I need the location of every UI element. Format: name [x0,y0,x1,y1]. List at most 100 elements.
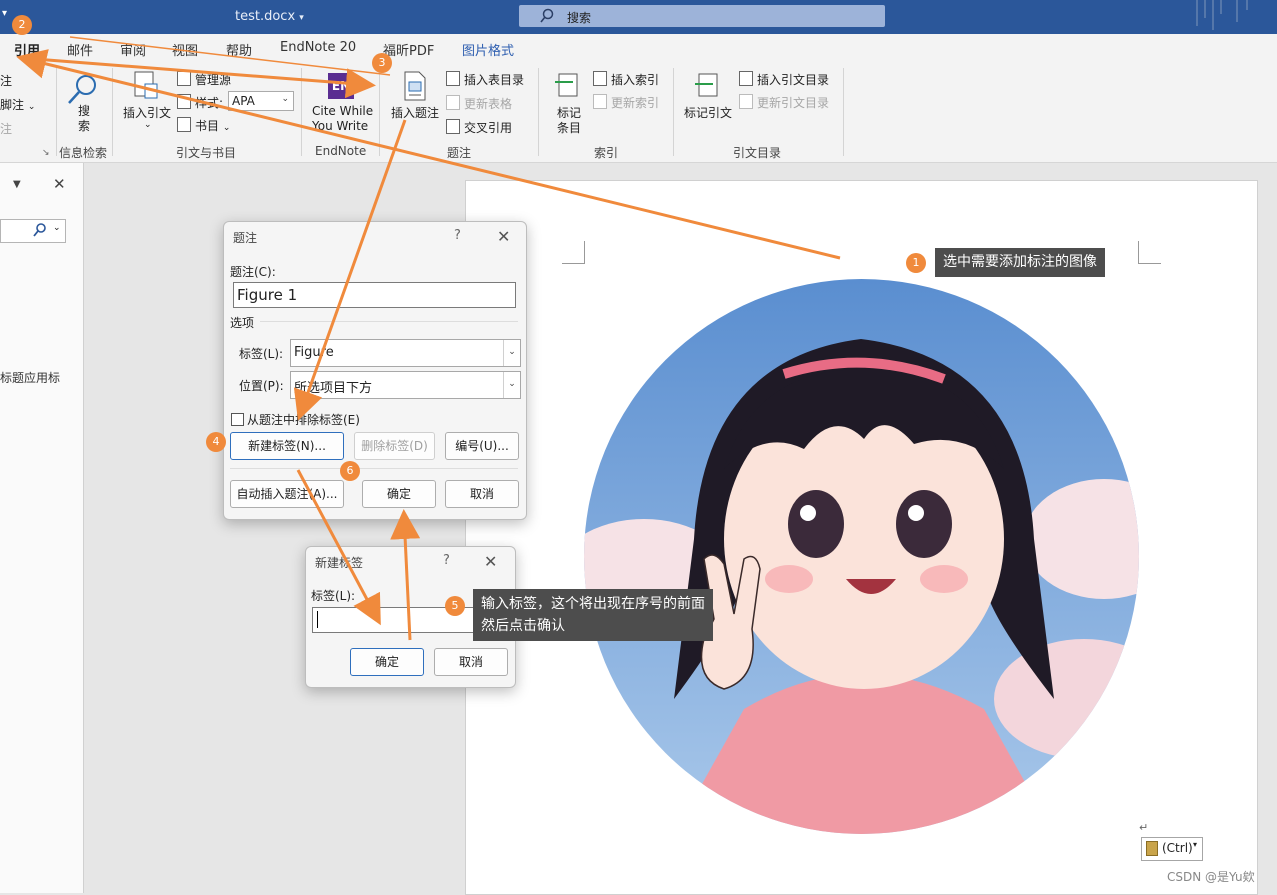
insert-table-of-authorities-button[interactable]: 插入引文目录 [739,71,829,88]
close-icon[interactable]: ✕ [53,175,66,193]
tab-review[interactable]: 审阅 [120,40,146,59]
paragraph-mark-icon: ↵ [1139,821,1149,834]
cancel-button[interactable]: 取消 [445,480,519,508]
partial-insert-footnote[interactable]: 注 [0,72,12,89]
bibliography-button[interactable]: 书目 ⌄ [177,117,230,134]
manage-sources-button[interactable]: 管理源 [177,71,231,88]
update-table-button[interactable]: 更新表格 [446,95,512,112]
cross-reference-button[interactable]: 交叉引用 [446,119,512,136]
label-field-label: 标签(L): [239,347,284,361]
margin-corner-mark [562,241,585,264]
tab-help[interactable]: 帮助 [226,40,252,59]
new-label-button[interactable]: 新建标签(N)... [230,432,344,460]
separator [843,68,844,156]
chevron-down-icon: ⌄ [503,340,520,366]
mark-citation-button[interactable]: 标记引文 [684,104,732,121]
manage-sources-icon [177,71,191,86]
separator [538,68,539,156]
ok-button[interactable]: 确定 [362,480,436,508]
partial-show-notes[interactable]: 注 [0,120,12,137]
cite-while-you-write-line1[interactable]: Cite While [312,104,373,118]
insert-index-button[interactable]: 插入索引 [593,71,659,88]
quick-access-caret[interactable]: ▾ [2,8,7,19]
update-table-icon [446,95,460,110]
numbering-button[interactable]: 编号(U)... [445,432,519,460]
caption-label: 题注(C): [230,265,276,279]
ribbon: 注 脚注 ⌄ 注 ↘ 搜 索 信息检索 插入引文 ⌄ 管理源 样式: APA ⌄ … [0,60,1277,163]
cancel-button[interactable]: 取消 [434,648,508,676]
navigation-search-input[interactable]: ⌄ [0,219,66,243]
insert-citation-button[interactable]: 插入引文 [123,104,171,121]
paste-options-button[interactable]: (Ctrl) ▾ [1141,837,1203,861]
help-button[interactable]: ? [454,228,461,243]
watermark: CSDN @是Yu欸 [1167,870,1255,884]
cross-reference-icon [446,119,460,134]
group-label-index: 索引 [594,146,619,160]
position-field-label: 位置(P): [239,379,284,393]
ok-button[interactable]: 确定 [350,648,424,676]
label-select[interactable]: Figure ⌄ [290,339,521,367]
chevron-down-icon[interactable]: ⌄ [144,120,152,130]
step-badge-1: 1 [906,253,926,273]
selected-portrait-image[interactable] [584,279,1139,834]
group-label-captions: 题注 [447,146,472,160]
research-search-button[interactable]: 搜 索 [78,104,90,134]
chevron-down-icon: ⌄ [503,372,520,398]
update-table-of-authorities-button[interactable]: 更新引文目录 [739,94,829,111]
search-icon [33,223,46,237]
insert-index-icon [593,71,607,86]
update-toa-icon [739,94,753,109]
insert-caption-icon [404,71,426,101]
document-title: test.docx ▾ [235,9,304,24]
style-select[interactable]: APA ⌄ [228,91,294,111]
update-index-icon [593,94,607,109]
style-label: 样式: [177,94,223,111]
title-search-box[interactable]: 搜索 [519,5,885,27]
chevron-down-icon[interactable]: ⌄ [53,223,61,233]
callout-step-5: 输入标签，这个将出现在序号的前面 然后点击确认 [473,589,713,641]
position-select[interactable]: 所选项目下方 ⌄ [290,371,521,399]
autocaption-button[interactable]: 自动插入题注(A)... [230,480,344,508]
endnote-logo-icon: EN [328,73,354,99]
separator [56,68,57,156]
caption-input[interactable]: Figure 1 [233,282,516,308]
tab-foxit-pdf[interactable]: 福昕PDF [383,40,434,59]
mark-entry-icon [555,73,578,97]
group-label-research: 信息检索 [59,146,108,160]
insert-table-of-figures-button[interactable]: 插入表目录 [446,71,524,88]
navigation-pane: ▼ ✕ ⌄ 标题应用标 [0,163,84,893]
tab-view[interactable]: 视图 [172,40,198,59]
delete-label-button[interactable]: 删除标签(D) [354,432,435,460]
group-label-citations: 引文与书目 [176,146,237,160]
step-badge-4: 4 [206,432,226,452]
text-cursor [317,611,318,628]
group-label-endnote: EndNote [315,144,367,158]
title-bar: ▾ test.docx ▾ 搜索 [0,0,1277,34]
tab-references[interactable]: 引用 [14,40,41,64]
navigation-hint-text: 标题应用标 [0,371,61,385]
step-badge-6: 6 [340,461,360,481]
dialog-title: 题注 [233,231,258,245]
search-icon [540,8,554,23]
update-index-button[interactable]: 更新索引 [593,94,659,111]
table-of-figures-icon [446,71,460,86]
search-placeholder: 搜索 [567,11,592,25]
partial-footnote-button[interactable]: 脚注 ⌄ [0,96,35,113]
style-icon [177,94,191,109]
footnote-dialog-launcher-icon[interactable]: ↘ [42,148,50,158]
pane-options-caret[interactable]: ▼ [13,179,21,190]
tab-endnote[interactable]: EndNote 20 [280,40,356,55]
mark-entry-line2[interactable]: 条目 [557,119,581,136]
exclude-label-checkbox[interactable] [231,413,244,426]
tab-picture-format[interactable]: 图片格式 [462,40,514,59]
tab-mailings[interactable]: 邮件 [67,40,93,59]
insert-caption-button[interactable]: 插入题注 [391,104,439,121]
caption-dialog: 题注 ? ✕ 题注(C): Figure 1 选项 标签(L): Figure … [223,221,527,520]
separator [301,68,302,156]
cite-while-you-write-line2[interactable]: You Write [312,119,368,133]
table-of-authorities-icon [739,71,753,86]
insert-citation-icon [134,71,158,99]
close-button[interactable]: ✕ [484,552,497,571]
close-button[interactable]: ✕ [497,227,510,246]
help-button[interactable]: ? [443,553,450,568]
